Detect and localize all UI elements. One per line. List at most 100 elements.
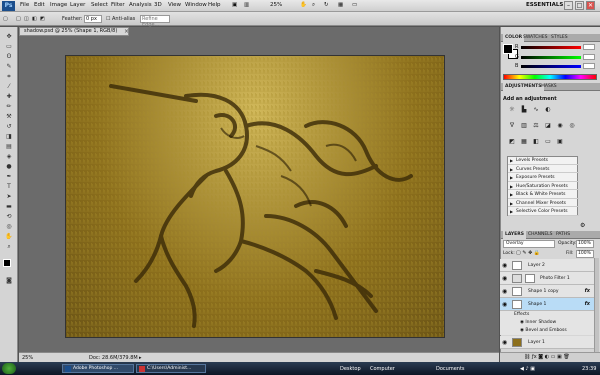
screen-mode-icon[interactable]: ▭: [352, 2, 357, 8]
quick-mask-icon[interactable]: ◙: [4, 277, 14, 285]
tray-desktop[interactable]: Desktop: [340, 366, 361, 372]
zoom-level[interactable]: 25%: [270, 2, 282, 8]
gradient-icon[interactable]: ▤: [4, 143, 14, 151]
preset-curves[interactable]: ▶ Curves Presets: [508, 166, 579, 173]
shape-icon[interactable]: ▬: [4, 203, 14, 211]
crop-icon[interactable]: ⌗: [4, 73, 14, 81]
curves-icon[interactable]: ∿: [532, 106, 540, 114]
tray-documents[interactable]: Documents: [436, 366, 465, 372]
status-zoom[interactable]: 25%: [22, 355, 33, 361]
threshold-icon[interactable]: ◧: [532, 138, 540, 146]
hue-saturation-icon[interactable]: ▥: [520, 122, 528, 130]
bridge-icon[interactable]: ▣: [232, 2, 237, 8]
green-value[interactable]: [583, 54, 595, 60]
effects-group[interactable]: Effects: [500, 311, 594, 319]
foreground-color-swatch[interactable]: [3, 259, 11, 267]
status-menu-arrow-icon[interactable]: ▸: [139, 355, 142, 361]
black-white-icon[interactable]: ◪: [544, 122, 552, 130]
document-canvas[interactable]: [65, 55, 445, 338]
menu-image[interactable]: Image: [50, 2, 67, 8]
preset-selective-color[interactable]: ▶ Selective Color Presets: [508, 208, 579, 216]
tray-computer[interactable]: Computer: [370, 366, 395, 372]
menu-3d[interactable]: 3D: [154, 2, 162, 8]
color-spectrum-ramp[interactable]: [503, 74, 597, 80]
path-select-icon[interactable]: ➤: [4, 193, 14, 201]
color-balance-icon[interactable]: ⚖: [532, 122, 540, 130]
menu-analysis[interactable]: Analysis: [129, 2, 152, 8]
selective-color-icon[interactable]: ▣: [556, 138, 564, 146]
brightness-icon[interactable]: ☼: [508, 106, 516, 114]
adjustment-panel-footer-icon[interactable]: ⚙: [580, 222, 585, 229]
marquee-icon[interactable]: ▭: [4, 43, 14, 51]
feather-input[interactable]: 0 px: [84, 15, 102, 23]
zoom-tool-icon[interactable]: ⌕: [4, 243, 14, 251]
taskbar-photoshop[interactable]: Adobe Photoshop ...: [62, 364, 134, 373]
red-value[interactable]: [583, 44, 595, 50]
brush-icon[interactable]: ✏: [4, 103, 14, 111]
menu-select[interactable]: Select: [91, 2, 108, 8]
effect-item[interactable]: ◉ Bevel and Emboss: [500, 327, 594, 335]
menu-file[interactable]: File: [20, 2, 29, 8]
arrange-icon[interactable]: ▦: [338, 2, 343, 8]
move-tool-icon[interactable]: ✥: [4, 33, 14, 41]
posterize-icon[interactable]: ▦: [520, 138, 528, 146]
subtract-selection-icon[interactable]: ◧: [32, 16, 37, 22]
blue-value[interactable]: [583, 63, 595, 69]
layer-row[interactable]: ◉ Shape 1 copy fx: [500, 285, 594, 298]
lock-icons[interactable]: ▢ ✎ ✥ 🔒: [516, 250, 540, 256]
menu-window[interactable]: Window: [185, 2, 207, 8]
menu-edit[interactable]: Edit: [34, 2, 45, 8]
workspace-switcher[interactable]: ESSENTIALS: [526, 2, 563, 8]
intersect-selection-icon[interactable]: ◩: [40, 16, 45, 22]
marquee-tool-icon[interactable]: ▢: [3, 16, 8, 22]
fx-icon[interactable]: fx: [585, 301, 590, 307]
refine-edge-button[interactable]: Refine Edge...: [140, 15, 170, 28]
history-brush-icon[interactable]: ↺: [4, 123, 14, 131]
3d-rotate-icon[interactable]: ⟲: [4, 213, 14, 221]
effect-item[interactable]: ◉ Inner Shadow: [500, 319, 594, 327]
preset-levels[interactable]: ▶ Levels Presets: [508, 157, 579, 165]
menu-filter[interactable]: Filter: [111, 2, 125, 8]
healing-brush-icon[interactable]: ✚: [4, 93, 14, 101]
preset-hue-saturation[interactable]: ▶ Hue/Saturation Presets: [508, 183, 579, 190]
tab-color[interactable]: COLOR: [503, 34, 525, 42]
hand-tool-icon[interactable]: ✋: [4, 233, 14, 241]
mini-bridge-icon[interactable]: ▥: [244, 2, 249, 8]
invert-icon[interactable]: ◩: [508, 138, 516, 146]
layer-row[interactable]: ◉ Layer 1: [500, 336, 594, 349]
channel-mixer-icon[interactable]: ◎: [568, 122, 576, 130]
3d-camera-icon[interactable]: ◎: [4, 223, 14, 231]
visibility-eye-icon[interactable]: ◉: [502, 288, 507, 295]
maximize-button[interactable]: □: [575, 1, 584, 10]
new-selection-icon[interactable]: □: [16, 16, 21, 22]
document-tab[interactable]: shadow.psd @ 25% (Shape 1, RGB/8): [19, 27, 129, 36]
quick-select-icon[interactable]: ✎: [4, 63, 14, 71]
visibility-eye-icon[interactable]: ◉: [502, 275, 507, 282]
tray-icons[interactable]: ◀ ♪ ▣: [520, 366, 535, 372]
gradient-map-icon[interactable]: ▭: [544, 138, 552, 146]
tab-styles[interactable]: STYLES: [551, 35, 568, 40]
menu-help[interactable]: Help: [208, 2, 221, 8]
panel-foreground-color[interactable]: [503, 44, 513, 54]
visibility-eye-icon[interactable]: ◉: [502, 262, 507, 269]
blur-icon[interactable]: ◈: [4, 153, 14, 161]
exposure-icon[interactable]: ◐: [544, 106, 552, 114]
fill-input[interactable]: 100%: [576, 250, 594, 258]
dodge-icon[interactable]: ●: [4, 163, 14, 171]
tab-channels[interactable]: CHANNELS: [528, 232, 553, 237]
blue-slider[interactable]: [521, 65, 581, 68]
close-document-icon[interactable]: ×: [124, 28, 129, 35]
tab-paths[interactable]: PATHS: [556, 232, 570, 237]
pen-icon[interactable]: ✒: [4, 173, 14, 181]
tab-masks[interactable]: MASKS: [541, 84, 557, 89]
visibility-eye-icon[interactable]: ◉: [502, 301, 507, 308]
rotate-view-icon[interactable]: ↻: [324, 2, 329, 8]
layers-scrollbar[interactable]: [594, 258, 599, 354]
taskbar-explorer[interactable]: C:\Users\Administ...: [136, 364, 206, 373]
link-icon[interactable]: ⛓: [524, 354, 532, 360]
blend-mode-select[interactable]: Overlay: [503, 240, 555, 248]
clone-stamp-icon[interactable]: ⚒: [4, 113, 14, 121]
hand-icon[interactable]: ✋: [300, 2, 307, 8]
tab-adjustments[interactable]: ADJUSTMENTS: [503, 83, 544, 91]
clock[interactable]: 23:39: [582, 366, 596, 372]
